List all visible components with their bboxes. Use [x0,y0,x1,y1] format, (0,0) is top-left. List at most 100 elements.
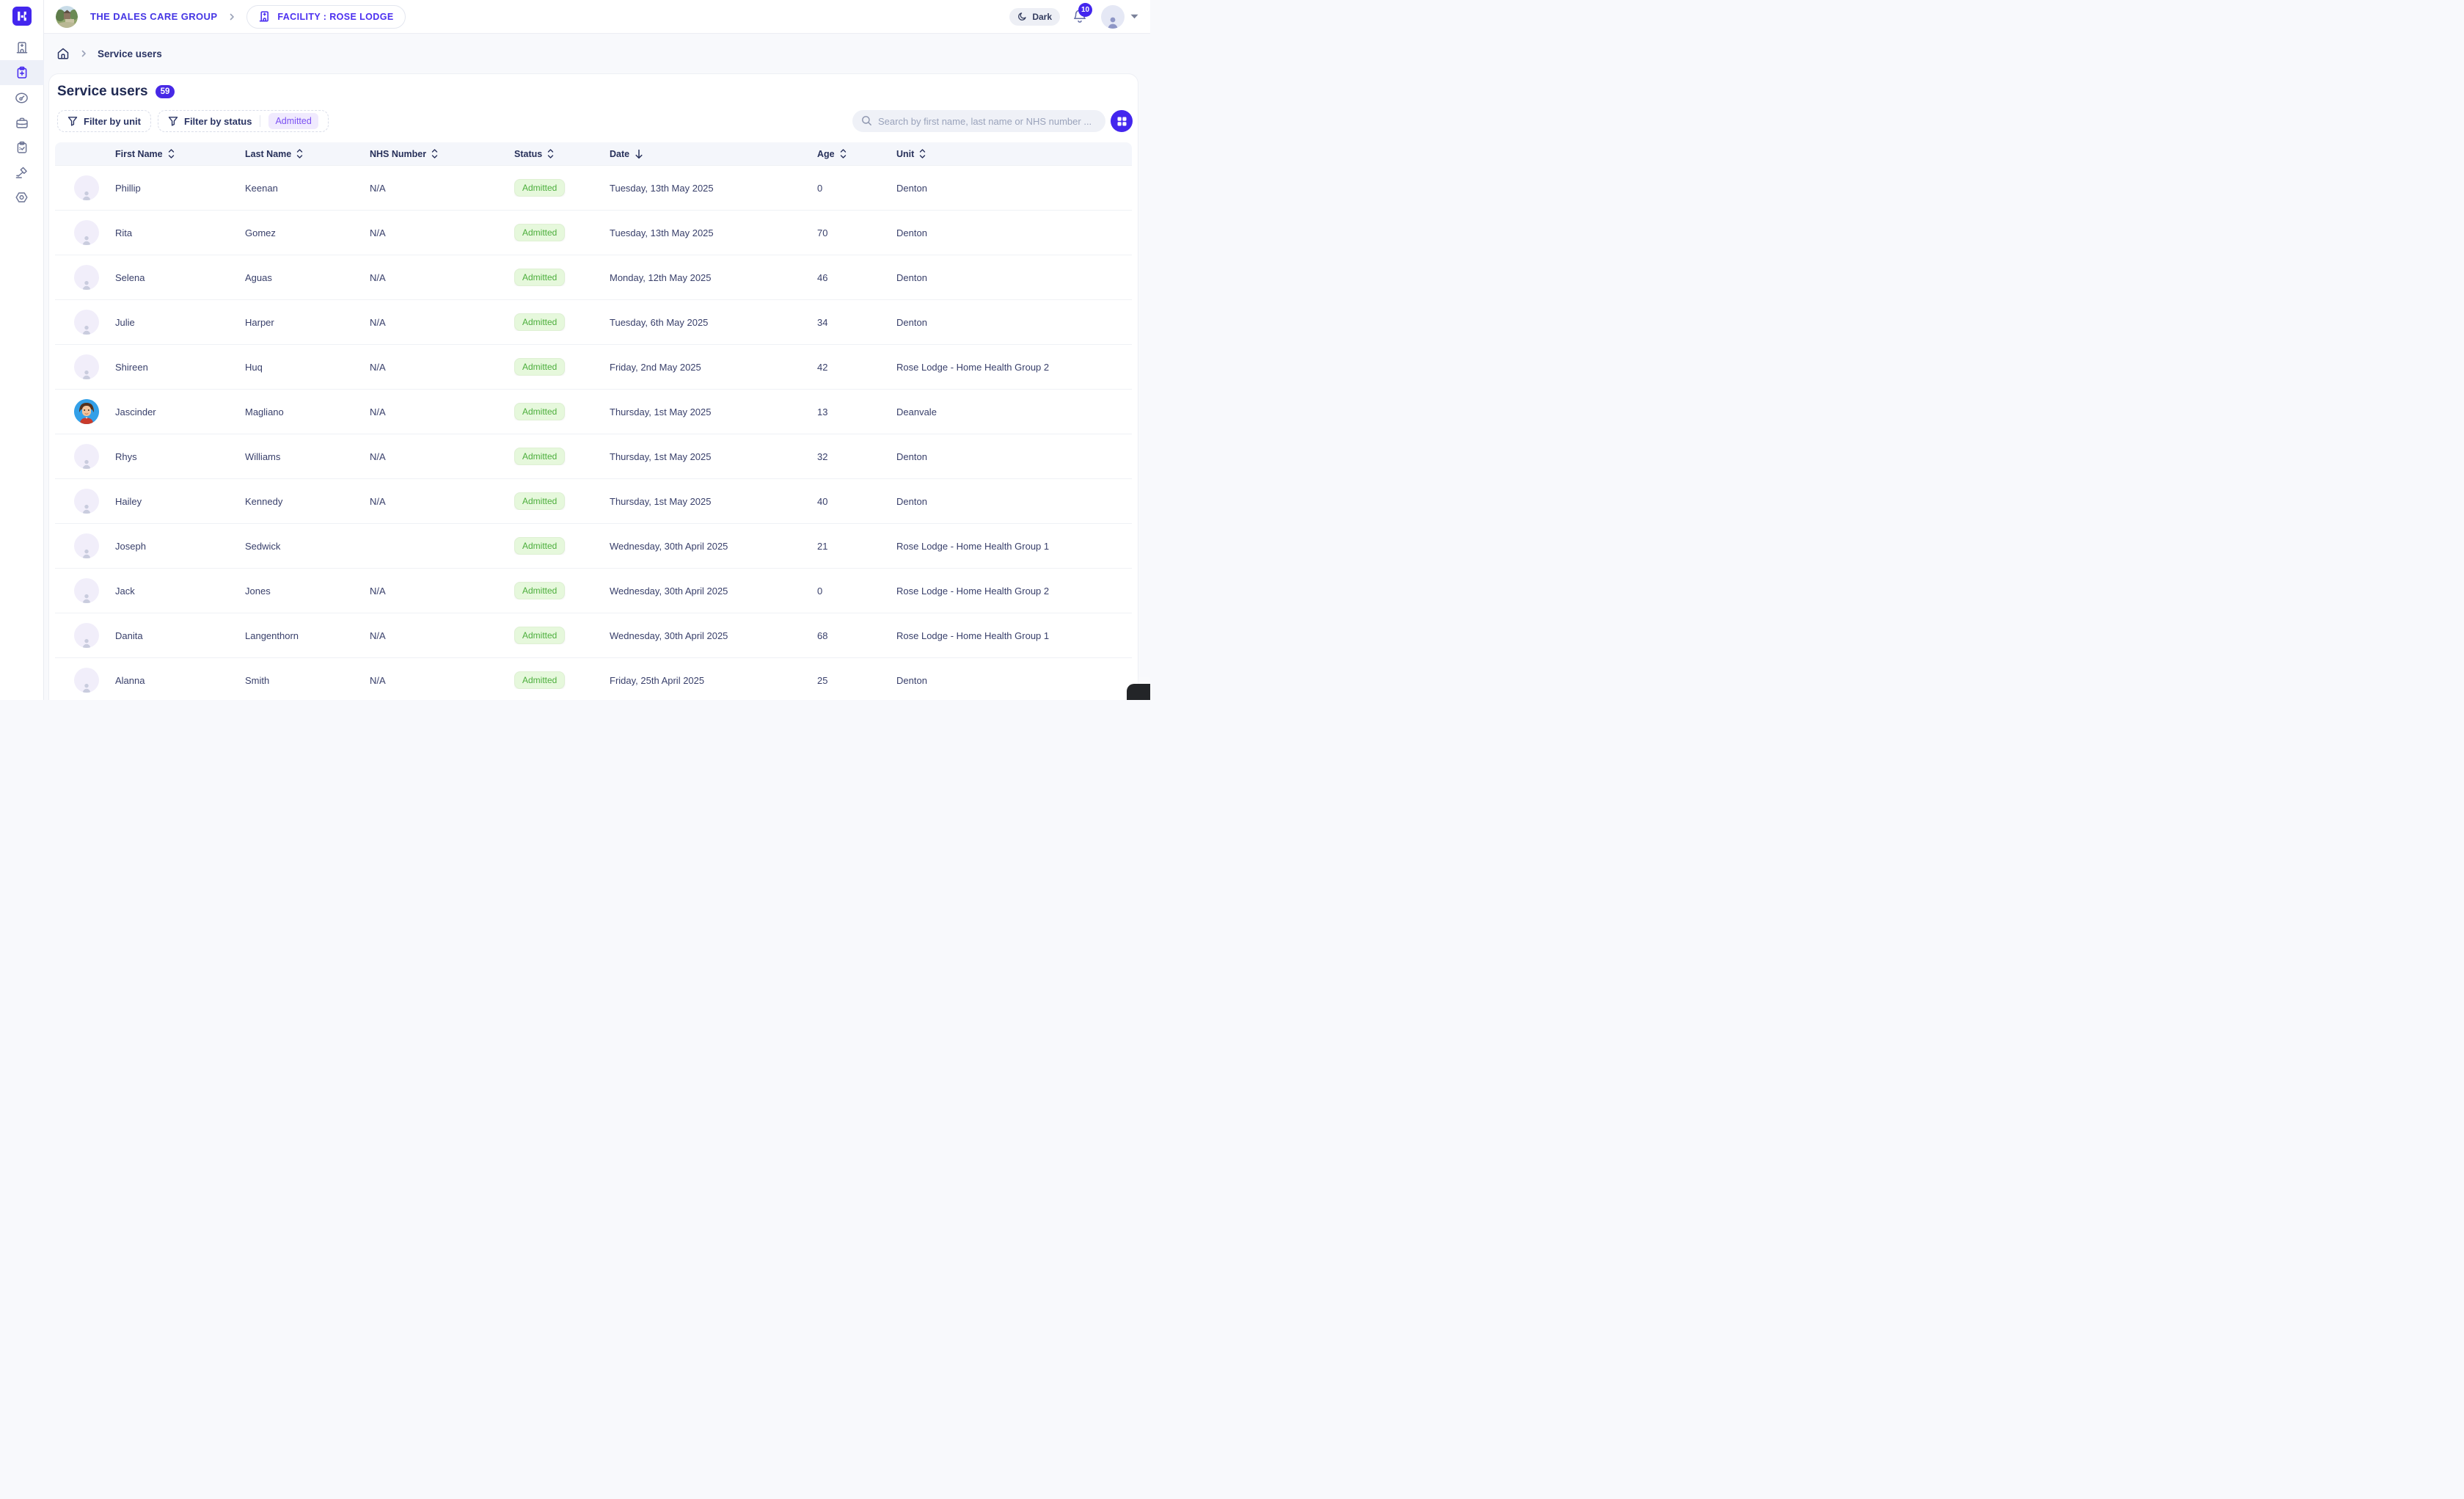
cell-age: 68 [817,630,896,641]
status-filter-chip[interactable]: Admitted [268,113,318,129]
status-badge: Admitted [514,358,565,376]
sidebar-item-facility[interactable] [0,35,44,60]
nut-icon [15,191,29,204]
h-logo-icon [16,10,28,22]
cell-nhs-number: N/A [370,317,514,328]
cell-unit: Denton [896,227,1132,238]
cell-date: Friday, 25th April 2025 [610,675,817,686]
filter-by-status-button[interactable]: Filter by status Admitted [158,110,329,132]
table-row[interactable]: Jack Jones N/A Admitted Wednesday, 30th … [55,568,1132,613]
sidebar-item-compliance[interactable] [0,160,44,185]
cell-first-name: Jascinder [115,406,245,417]
header-actions: Dark 10 [1009,5,1138,29]
sort-icon [431,149,438,158]
column-first-name[interactable]: First Name [115,149,245,159]
column-unit[interactable]: Unit [896,149,1132,159]
cell-first-name: Selena [115,272,245,283]
user-menu[interactable] [1101,5,1138,29]
table-row[interactable]: Julie Harper N/A Admitted Tuesday, 6th M… [55,299,1132,344]
cell-nhs-number: N/A [370,406,514,417]
cell-nhs-number: N/A [370,496,514,507]
user-avatar [1101,5,1125,29]
cell-first-name: Joseph [115,541,245,552]
sidebar-item-settings[interactable] [0,185,44,210]
cell-nhs-number: N/A [370,227,514,238]
column-date[interactable]: Date [610,149,817,159]
cell-first-name: Rita [115,227,245,238]
cell-last-name: Williams [245,451,370,462]
column-last-name[interactable]: Last Name [245,149,370,159]
funnel-icon [67,116,78,126]
search-icon [861,115,872,126]
sidebar-nav [0,35,44,210]
table-row[interactable]: Shireen Huq N/A Admitted Friday, 2nd May… [55,344,1132,389]
filter-status-label: Filter by status [184,116,252,127]
cell-first-name: Danita [115,630,245,641]
cell-age: 21 [817,541,896,552]
service-users-card: Service users 59 Filter by unit Filter b… [48,73,1138,700]
cell-age: 34 [817,317,896,328]
cell-unit: Denton [896,317,1132,328]
page-title: Service users [57,84,148,100]
table-row[interactable]: Rita Gomez N/A Admitted Tuesday, 13th Ma… [55,210,1132,255]
caret-down-icon [1130,14,1138,19]
sidebar-item-dashboard[interactable] [0,85,44,110]
app-logo[interactable] [12,7,32,26]
table-row[interactable]: Alanna Smith N/A Admitted Friday, 25th A… [55,657,1132,700]
cell-first-name: Rhys [115,451,245,462]
filter-by-unit-button[interactable]: Filter by unit [57,110,151,132]
cell-last-name: Smith [245,675,370,686]
cell-last-name: Magliano [245,406,370,417]
cell-nhs-number: N/A [370,362,514,373]
search-input[interactable] [852,110,1105,132]
notifications-button[interactable]: 10 [1072,8,1089,26]
table-row[interactable]: Selena Aguas N/A Admitted Monday, 12th M… [55,255,1132,299]
status-badge: Admitted [514,179,565,197]
gavel-icon [15,166,29,180]
column-age[interactable]: Age [817,149,896,159]
cell-nhs-number: N/A [370,272,514,283]
cell-date: Tuesday, 13th May 2025 [610,183,817,194]
cell-date: Wednesday, 30th April 2025 [610,586,817,597]
cell-date: Tuesday, 13th May 2025 [610,227,817,238]
column-nhs-number[interactable]: NHS Number [370,149,514,159]
service-users-table: First Name Last Name NHS Number Status D… [55,142,1132,700]
breadcrumb-current[interactable]: Service users [98,48,162,59]
count-badge: 59 [156,85,175,98]
table-header: First Name Last Name NHS Number Status D… [55,142,1132,165]
sidebar-item-service-users[interactable] [0,60,44,85]
cell-unit: Rose Lodge - Home Health Group 2 [896,362,1132,373]
table-row[interactable]: Joseph Sedwick Admitted Wednesday, 30th … [55,523,1132,568]
funnel-icon [168,116,178,126]
person-icon [1105,15,1120,29]
avatar-placeholder [74,310,99,335]
cell-date: Friday, 2nd May 2025 [610,362,817,373]
cell-age: 42 [817,362,896,373]
status-badge: Admitted [514,313,565,331]
grid-view-button[interactable] [1111,110,1133,132]
table-row[interactable]: Danita Langenthorn N/A Admitted Wednesda… [55,613,1132,657]
table-row[interactable]: Jascinder Magliano N/A Admitted Thursday… [55,389,1132,434]
sidebar-item-work[interactable] [0,110,44,135]
home-icon[interactable] [56,47,70,60]
facility-selector[interactable]: FACILITY : ROSE LODGE [246,5,405,29]
cell-last-name: Kennedy [245,496,370,507]
column-status[interactable]: Status [514,149,610,159]
top-header: THE DALES CARE GROUP FACILITY : ROSE LOD… [44,0,1150,34]
cell-last-name: Keenan [245,183,370,194]
status-badge: Admitted [514,269,565,286]
organisation-name[interactable]: THE DALES CARE GROUP [90,11,217,22]
chat-widget-button[interactable] [1127,684,1150,700]
sort-icon [168,149,175,158]
table-row[interactable]: Phillip Keenan N/A Admitted Tuesday, 13t… [55,165,1132,210]
cell-unit: Denton [896,451,1132,462]
sidebar-item-tasks[interactable] [0,135,44,160]
organisation-avatar[interactable] [56,6,78,28]
notification-count-badge: 10 [1078,3,1092,17]
table-row[interactable]: Rhys Williams N/A Admitted Thursday, 1st… [55,434,1132,478]
table-row[interactable]: Hailey Kennedy N/A Admitted Thursday, 1s… [55,478,1132,523]
dark-mode-toggle[interactable]: Dark [1009,8,1060,26]
cell-age: 32 [817,451,896,462]
cell-age: 25 [817,675,896,686]
cell-nhs-number: N/A [370,183,514,194]
